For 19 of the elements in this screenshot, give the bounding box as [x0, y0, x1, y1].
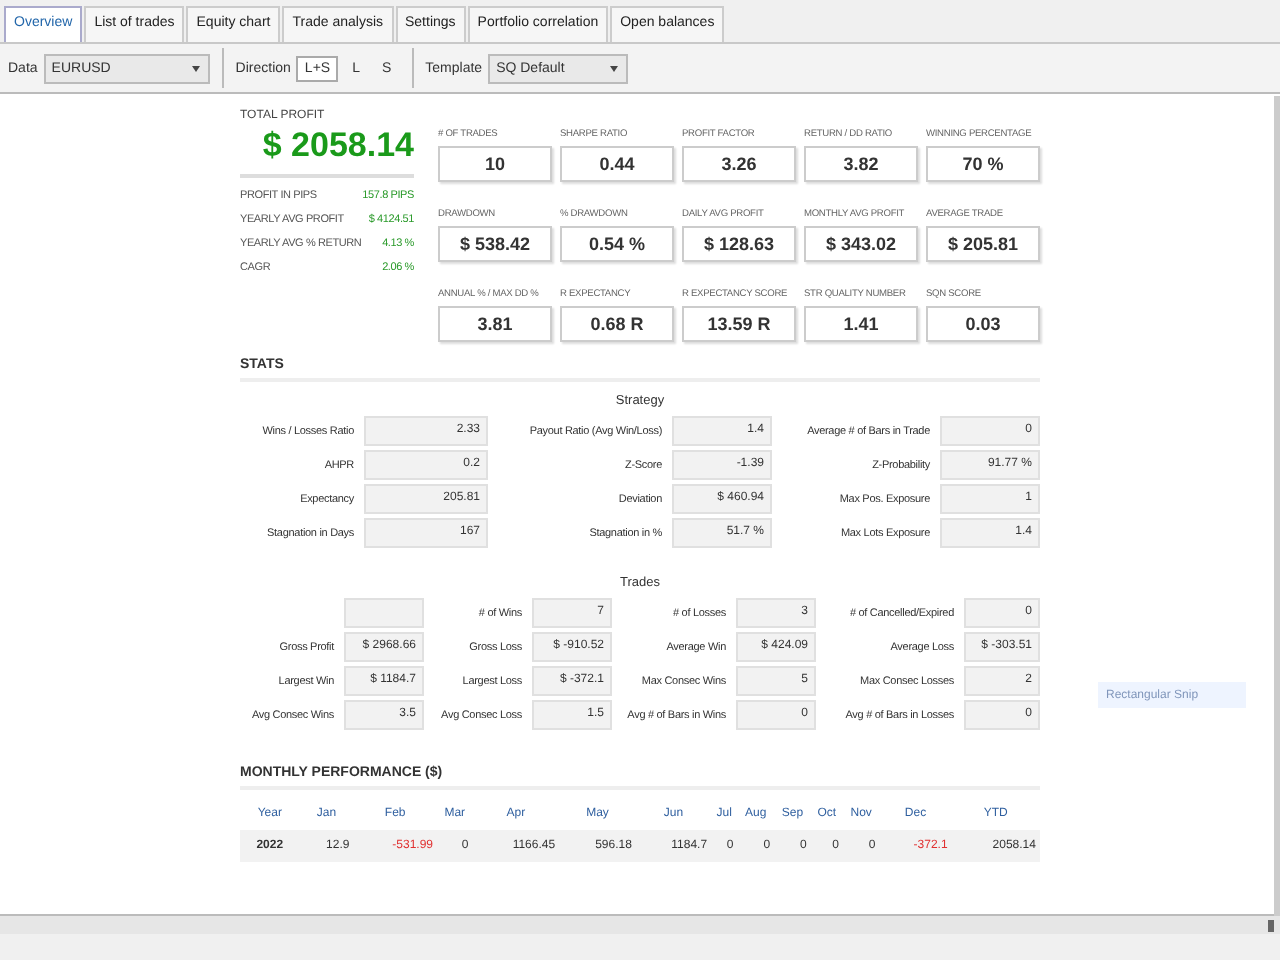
metric-value: 0.03 — [926, 306, 1040, 342]
metric-value: 1.41 — [804, 306, 918, 342]
metric-value: 0.44 — [560, 146, 674, 182]
metric-value: $ 128.63 — [682, 226, 796, 262]
metric-value: 0.68 R — [560, 306, 674, 342]
metric-value: 3.81 — [438, 306, 552, 342]
caret-icon — [189, 62, 202, 74]
metric-value: $ 205.81 — [926, 226, 1040, 262]
total-profit-value: $ 2058.14 — [240, 122, 414, 178]
metric-value: 10 — [438, 146, 552, 182]
metric-value: $ 343.02 — [804, 226, 918, 262]
metric-value: 3.82 — [804, 146, 918, 182]
empty-value-box — [344, 598, 424, 628]
metric-value: 70 % — [926, 146, 1040, 182]
metric-value: $ 538.42 — [438, 226, 552, 262]
metric-value: 13.59 R — [682, 306, 796, 342]
metric-value: 0.54 % — [560, 226, 674, 262]
caret-icon — [608, 62, 621, 74]
metric-value: 3.26 — [682, 146, 796, 182]
